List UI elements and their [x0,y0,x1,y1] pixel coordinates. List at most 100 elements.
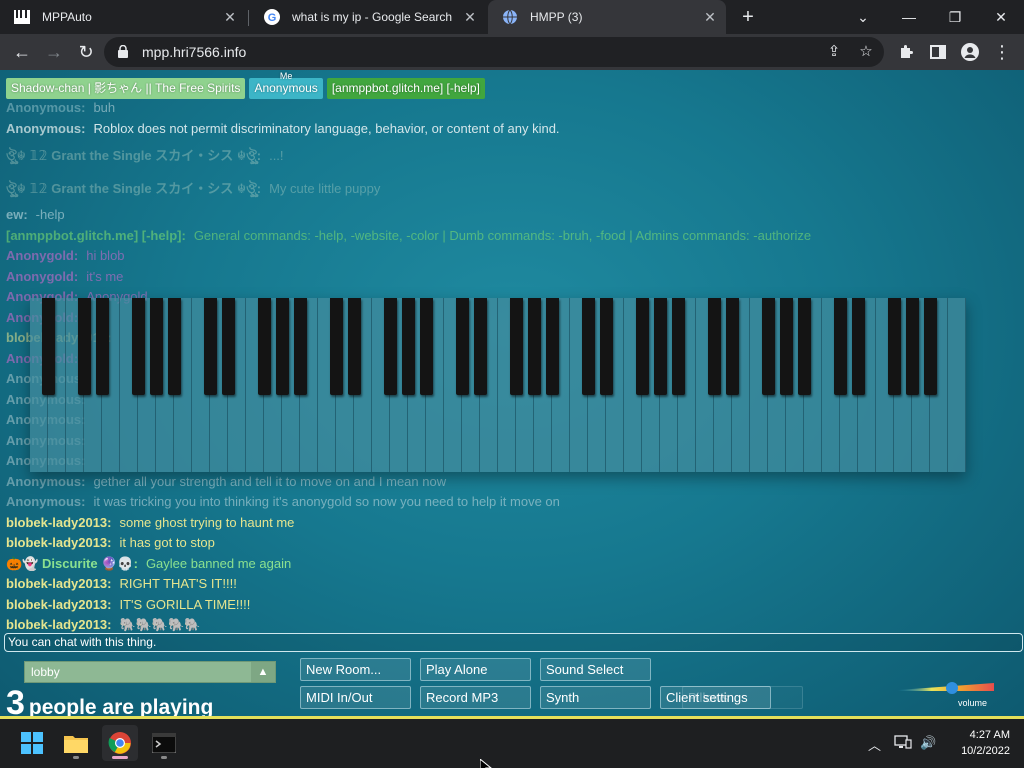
black-key[interactable] [167,298,181,395]
black-key[interactable] [851,298,865,395]
black-key[interactable] [707,298,721,395]
close-tab-icon[interactable]: ✕ [462,9,478,25]
black-key[interactable] [347,298,361,395]
black-key[interactable] [581,298,595,395]
chat-message: 🎃👻 Discurite 🔮💀: Gaylee banned me again [6,554,1006,575]
terminal-icon[interactable] [146,725,182,761]
black-key[interactable] [545,298,559,395]
tab-search-icon[interactable]: ⌄ [840,0,886,34]
black-key[interactable] [509,298,523,395]
black-key[interactable] [653,298,667,395]
black-key[interactable] [671,298,685,395]
black-key[interactable] [149,298,163,395]
midi-button[interactable]: MIDI In/Out [300,686,411,709]
participant-tag[interactable]: Shadow-chan | 影ちゃん || The Free Spirits [6,78,246,99]
participant-list: Shadow-chan | 影ちゃん || The Free Spirits Me… [6,71,485,99]
black-key[interactable] [131,298,145,395]
profile-avatar-icon[interactable] [956,38,984,66]
black-key[interactable] [905,298,919,395]
sound-select-button[interactable]: Sound Select [540,658,651,681]
chat-message: Anonygold: it's me [6,267,1006,288]
file-explorer-icon[interactable] [58,725,94,761]
black-key[interactable] [77,298,91,395]
black-key[interactable] [635,298,649,395]
tab-mppauto[interactable]: MPPAuto ✕ [0,0,246,34]
chat-author: Anonygold: [6,268,79,284]
network-icon[interactable] [894,735,912,752]
volume-slider[interactable]: volume [898,680,994,714]
taskbar: ︿ 🔊 4:27 AM 10/2/2022 [0,719,1024,768]
mpp-page: Shadow-chan | 影ちゃん || The Free Spirits Me… [0,70,1024,718]
chrome-icon[interactable] [102,725,138,761]
black-key[interactable] [761,298,775,395]
play-alone-button[interactable]: Play Alone [420,658,531,681]
black-key[interactable] [95,298,109,395]
browser-tab-strip: MPPAuto ✕ G what is my ip - Google Searc… [0,0,1024,34]
chat-input[interactable]: You can chat with this thing. [4,633,1023,652]
chat-message: ew: -help [6,205,1006,226]
client-settings-button[interactable]: Client settings [660,686,771,709]
extensions-icon[interactable] [892,38,920,66]
windows-start-icon[interactable] [14,725,50,761]
system-clock[interactable]: 4:27 AM 10/2/2022 [961,727,1010,759]
black-key[interactable] [419,298,433,395]
reload-icon[interactable]: ↻ [72,38,100,66]
chat-message: Anonymous: it was tricking you into think… [6,492,1006,513]
participant-tag[interactable]: [anmppbot.glitch.me] [-help] [326,78,485,99]
chat-author: blobek-lady2013: [6,596,112,612]
forward-icon[interactable]: → [40,38,68,66]
address-bar[interactable]: mpp.hri7566.info ⇪ ☆ [104,37,884,67]
synth-button[interactable]: Synth [540,686,651,709]
black-key[interactable] [923,298,937,395]
new-tab-icon[interactable]: + [736,5,760,29]
lock-icon[interactable] [118,44,128,63]
back-icon[interactable]: ← [8,38,36,66]
more-menu-icon[interactable]: ⋮ [988,38,1016,66]
running-indicator [112,756,128,759]
close-window-icon[interactable]: ✕ [978,0,1024,34]
volume-knob[interactable] [946,682,958,694]
restore-icon[interactable]: ❐ [932,0,978,34]
black-key[interactable] [833,298,847,395]
black-key[interactable] [275,298,289,395]
tab-hmpp[interactable]: HMPP (3) ✕ [488,0,726,34]
dropdown-arrow-icon[interactable]: ▲ [251,662,275,682]
black-key[interactable] [599,298,613,395]
black-key[interactable] [779,298,793,395]
room-select[interactable]: lobby ▲ [24,661,276,683]
close-tab-icon[interactable]: ✕ [702,9,718,25]
share-icon[interactable]: ⇪ [824,42,844,62]
black-key[interactable] [725,298,739,395]
black-key[interactable] [257,298,271,395]
piano-keyboard[interactable] [30,298,966,472]
black-key[interactable] [887,298,901,395]
black-key[interactable] [455,298,469,395]
side-panel-icon[interactable] [924,38,952,66]
tab-google-search[interactable]: G what is my ip - Google Search ✕ [250,0,486,34]
minimize-icon[interactable]: — [886,0,932,34]
url-text[interactable]: mpp.hri7566.info [142,44,246,60]
record-mp3-button[interactable]: Record MP3 [420,686,531,709]
white-key[interactable] [948,298,966,472]
close-tab-icon[interactable]: ✕ [222,9,238,25]
bookmark-star-icon[interactable]: ☆ [856,42,876,62]
volume-track[interactable] [898,680,994,698]
show-hidden-icons-icon[interactable]: ︿ [868,735,881,754]
black-key[interactable] [329,298,343,395]
black-key[interactable] [293,298,307,395]
participant-tag[interactable]: Me Anonymous [249,71,323,99]
chat-message: blobek-lady2013: IT'S GORILLA TIME!!!! [6,595,1006,616]
chat-text: My cute little puppy [269,181,381,196]
black-key[interactable] [41,298,55,395]
new-room-button[interactable]: New Room... [300,658,411,681]
black-key[interactable] [473,298,487,395]
chat-message: Anonymous: Roblox does not permit discrim… [6,119,1006,140]
speaker-icon[interactable]: 🔊 [920,735,936,751]
black-key[interactable] [203,298,217,395]
black-key[interactable] [401,298,415,395]
black-key[interactable] [527,298,541,395]
black-key[interactable] [383,298,397,395]
black-key[interactable] [797,298,811,395]
chat-text: some ghost trying to haunt me [119,514,295,530]
black-key[interactable] [221,298,235,395]
